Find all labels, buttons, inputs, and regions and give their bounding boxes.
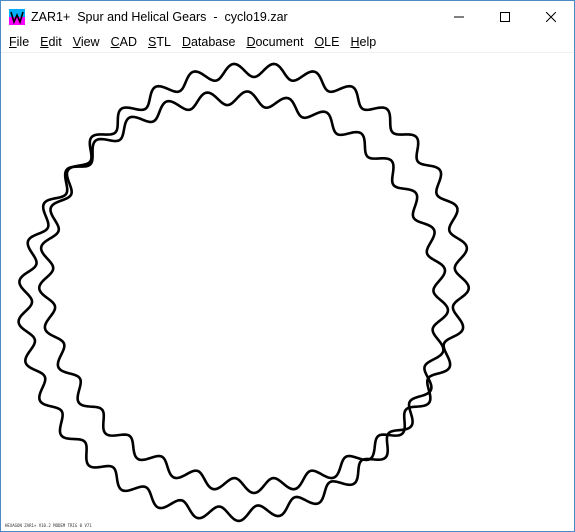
menu-view-label: iew bbox=[80, 35, 100, 49]
menu-edit-mnemonic: E bbox=[40, 35, 49, 49]
minimize-icon bbox=[454, 16, 464, 17]
gear-profile-outline-offset bbox=[17, 90, 450, 523]
close-button[interactable] bbox=[528, 1, 574, 32]
app-window: ZAR1+ Spur and Helical Gears - cyclo19.z… bbox=[0, 0, 575, 532]
minimize-button[interactable] bbox=[436, 1, 482, 32]
menu-ole[interactable]: OLE bbox=[308, 35, 344, 49]
menu-document[interactable]: Document bbox=[240, 35, 308, 49]
maximize-button[interactable] bbox=[482, 1, 528, 32]
menu-cad-mnemonic: C bbox=[110, 35, 120, 49]
gear-drawing bbox=[17, 62, 471, 523]
menu-database[interactable]: Database bbox=[176, 35, 241, 49]
menu-stl-label: TL bbox=[156, 35, 171, 49]
menu-edit-label: dit bbox=[48, 35, 62, 49]
gear-drawing-canvas[interactable]: HEXAGON ZAR1+ V10.2 MODEM TRIG 0 V71 bbox=[1, 53, 574, 531]
menu-stl[interactable]: STL bbox=[142, 35, 176, 49]
menu-cad[interactable]: CAD bbox=[105, 35, 142, 49]
window-title: ZAR1+ Spur and Helical Gears - cyclo19.z… bbox=[31, 9, 288, 24]
drawing-footer-text: HEXAGON ZAR1+ V10.2 MODEM TRIG 0 V71 bbox=[5, 523, 92, 528]
menu-help-mnemonic: H bbox=[350, 35, 360, 49]
menu-view[interactable]: View bbox=[67, 35, 105, 49]
menu-database-label: atabase bbox=[190, 35, 236, 49]
menu-view-mnemonic: V bbox=[72, 35, 81, 49]
maximize-icon bbox=[500, 11, 510, 22]
menu-ole-mnemonic: O bbox=[314, 35, 325, 49]
menu-bar: File Edit View CAD STL Database Document… bbox=[1, 32, 574, 53]
menu-database-mnemonic: D bbox=[181, 35, 191, 49]
title-bar[interactable]: ZAR1+ Spur and Helical Gears - cyclo19.z… bbox=[1, 1, 574, 32]
menu-edit[interactable]: Edit bbox=[34, 35, 67, 49]
menu-file-label: ile bbox=[16, 35, 30, 49]
menu-help-label: elp bbox=[359, 35, 377, 49]
menu-help[interactable]: Help bbox=[344, 35, 381, 49]
menu-cad-label: AD bbox=[119, 35, 137, 49]
menu-file[interactable]: File bbox=[3, 35, 34, 49]
menu-document-label: ocument bbox=[255, 35, 304, 49]
close-icon bbox=[546, 11, 556, 22]
zar-gear-app-icon[interactable] bbox=[9, 8, 25, 25]
menu-file-mnemonic: F bbox=[9, 35, 17, 49]
menu-ole-label: LE bbox=[324, 35, 340, 49]
